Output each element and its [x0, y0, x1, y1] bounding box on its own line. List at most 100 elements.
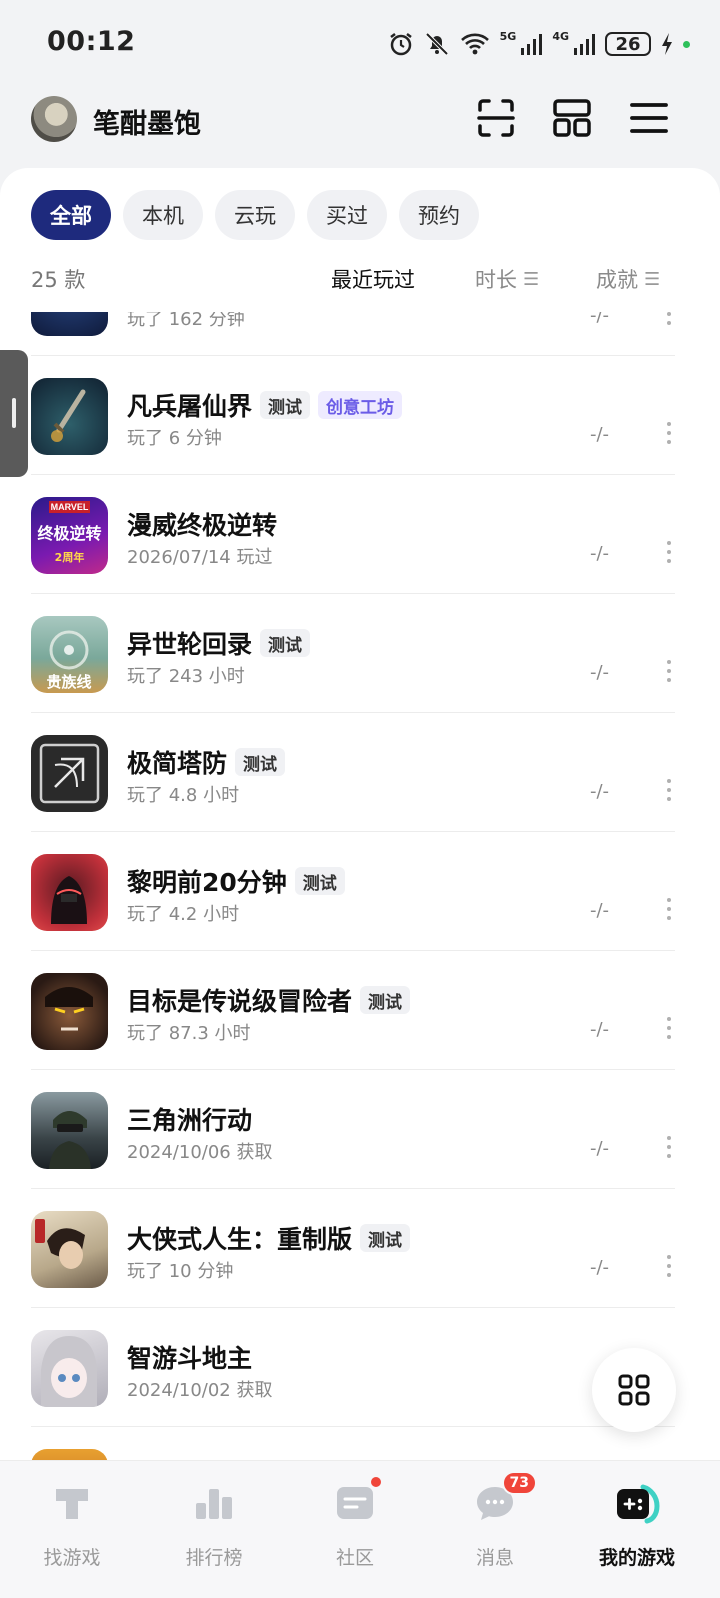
scan-icon[interactable] — [474, 96, 518, 140]
game-icon-daxia — [31, 1211, 108, 1288]
game-count: 25 款 — [31, 268, 86, 292]
game-achievement: -/- — [590, 781, 610, 802]
nav-label: 我的游戏 — [598, 1547, 675, 1569]
game-title: 目标是传说级冒险者 — [127, 987, 353, 1016]
community-badge-dot — [369, 1475, 383, 1489]
sort-order-icon: ☰ — [523, 268, 540, 290]
nav-label: 消息 — [475, 1547, 514, 1569]
more-options-icon[interactable] — [662, 422, 676, 448]
sort-recent[interactable]: 最近玩过 — [331, 264, 415, 294]
game-title-row: 大侠式人生：重制版 测试 — [127, 1220, 411, 1256]
filter-all[interactable]: 全部 — [31, 190, 111, 240]
more-options-icon[interactable] — [662, 312, 676, 329]
game-icon-delta — [31, 1092, 108, 1169]
tag-beta: 测试 — [294, 867, 345, 895]
game-title-row: 目标是传说级冒险者 测试 — [127, 982, 411, 1018]
game-title-row: 智游斗地主 — [127, 1339, 252, 1375]
side-drawer-handle[interactable] — [0, 350, 28, 477]
nav-my-games[interactable]: 我的游戏 — [565, 1473, 709, 1583]
net-4g-label: 4G — [552, 29, 569, 43]
more-options-icon[interactable] — [662, 1136, 676, 1162]
game-row[interactable]: 大侠式人生：重制版 测试 玩了 10 分钟 -/- — [0, 1189, 720, 1308]
tag-beta: 测试 — [260, 391, 311, 419]
sort-duration[interactable]: 时长 ☰ — [475, 264, 539, 294]
game-achievement: -/- — [590, 662, 610, 683]
nav-label: 找游戏 — [43, 1547, 101, 1569]
sort-bar: 25 款 最近玩过 时长 ☰ 成就 ☰ — [0, 264, 720, 308]
game-row[interactable]: 黎明前20分钟 测试 玩了 4.2 小时 -/- — [0, 832, 720, 951]
game-row[interactable]: 三角洲行动 2024/10/06 获取 -/- — [0, 1070, 720, 1189]
tag-beta: 测试 — [235, 748, 286, 776]
game-achievement: -/- — [590, 900, 610, 921]
nav-messages[interactable]: 73 消息 — [423, 1471, 567, 1583]
status-time: 00:12 — [47, 26, 136, 57]
game-achievement: -/- — [590, 1019, 610, 1040]
game-playtime: 玩了 10 分钟 — [127, 1261, 234, 1282]
game-row[interactable]: 玩了 162 分钟 -/- — [0, 312, 720, 356]
status-bar: 00:12 5G 4G 26 — [0, 0, 720, 88]
more-options-icon[interactable] — [662, 898, 676, 924]
nav-label: 排行榜 — [185, 1547, 243, 1569]
filter-cloud[interactable]: 云玩 — [215, 190, 295, 240]
message-badge: 73 — [501, 1471, 537, 1495]
more-options-icon[interactable] — [662, 779, 676, 805]
message-icon: 73 — [473, 1471, 537, 1525]
green-dot — [683, 40, 690, 48]
nav-ranking[interactable]: 排行榜 — [142, 1473, 286, 1583]
game-icon — [31, 312, 108, 336]
game-achievement: -/- — [590, 312, 610, 326]
game-icon-legend — [31, 973, 108, 1050]
nav-find-games[interactable]: 找游戏 — [0, 1473, 144, 1583]
bottom-nav: 找游戏 排行榜 社区 73 消息 我的游戏 — [0, 1460, 720, 1598]
signal-4g-icon — [574, 34, 595, 55]
nav-community[interactable]: 社区 — [283, 1473, 427, 1583]
nav-label: 社区 — [335, 1547, 374, 1569]
sort-achievement[interactable]: 成就 ☰ — [596, 264, 660, 294]
filter-purchased[interactable]: 买过 — [307, 190, 387, 240]
game-row[interactable]: 极简塔防 测试 玩了 4.8 小时 -/- — [0, 713, 720, 832]
grid-icon — [618, 1374, 650, 1406]
floating-grid-button[interactable] — [592, 1348, 676, 1432]
signal-5g-icon — [521, 34, 543, 55]
sort-achievement-label: 成就 — [596, 268, 638, 292]
game-row[interactable]: MARVEL 终极逆转 2周年 漫威终极逆转 2026/07/14 玩过 -/- — [0, 475, 720, 594]
more-options-icon[interactable] — [662, 1017, 676, 1043]
status-icons: 5G 4G 26 — [388, 28, 690, 60]
game-achievement: -/- — [590, 424, 610, 445]
game-row[interactable]: 凡兵屠仙界 测试 创意工坊 玩了 6 分钟 -/- — [0, 356, 720, 475]
grid-view-icon[interactable] — [550, 96, 594, 140]
game-icon-fanbing — [31, 378, 108, 455]
game-icon-marvel: MARVEL 终极逆转 2周年 — [31, 497, 108, 574]
find-game-icon — [50, 1481, 94, 1525]
game-title: 凡兵屠仙界 — [127, 392, 253, 421]
more-options-icon[interactable] — [662, 541, 676, 567]
ranking-icon — [192, 1481, 236, 1525]
menu-icon[interactable] — [627, 96, 671, 140]
game-row[interactable]: 目标是传说级冒险者 测试 玩了 87.3 小时 -/- — [0, 951, 720, 1070]
avatar[interactable] — [31, 96, 77, 142]
tag-beta: 测试 — [360, 986, 411, 1014]
tag-beta: 测试 — [360, 1224, 411, 1252]
game-title-row: 三角洲行动 — [127, 1101, 252, 1137]
game-playtime: 玩了 4.8 小时 — [127, 785, 240, 806]
username[interactable]: 笔酣墨饱 — [93, 102, 201, 141]
game-row[interactable]: 贵族线 异世轮回录 测试 玩了 243 小时 -/- — [0, 594, 720, 713]
lunhui-overlay-text: 贵族线 — [46, 673, 91, 691]
more-options-icon[interactable] — [662, 1255, 676, 1281]
game-last-played: 2026/07/14 玩过 — [127, 547, 273, 568]
filter-local[interactable]: 本机 — [123, 190, 203, 240]
filter-reserved[interactable]: 预约 — [399, 190, 479, 240]
more-options-icon[interactable] — [662, 660, 676, 686]
game-title: 漫威终极逆转 — [127, 511, 278, 540]
marvel-logo-text: 终极逆转 — [37, 524, 101, 543]
game-icon-lunhui: 贵族线 — [31, 616, 108, 693]
mute-bell-icon — [425, 32, 449, 56]
game-title-row: 凡兵屠仙界 测试 创意工坊 — [127, 387, 403, 423]
community-icon — [333, 1475, 383, 1525]
game-title: 智游斗地主 — [127, 1344, 253, 1373]
sort-recent-label: 最近玩过 — [331, 268, 415, 292]
game-title: 异世轮回录 — [127, 630, 253, 659]
battery-icon: 26 — [605, 32, 651, 56]
game-playtime: 玩了 243 小时 — [127, 666, 245, 687]
game-playtime: 玩了 6 分钟 — [127, 428, 222, 449]
